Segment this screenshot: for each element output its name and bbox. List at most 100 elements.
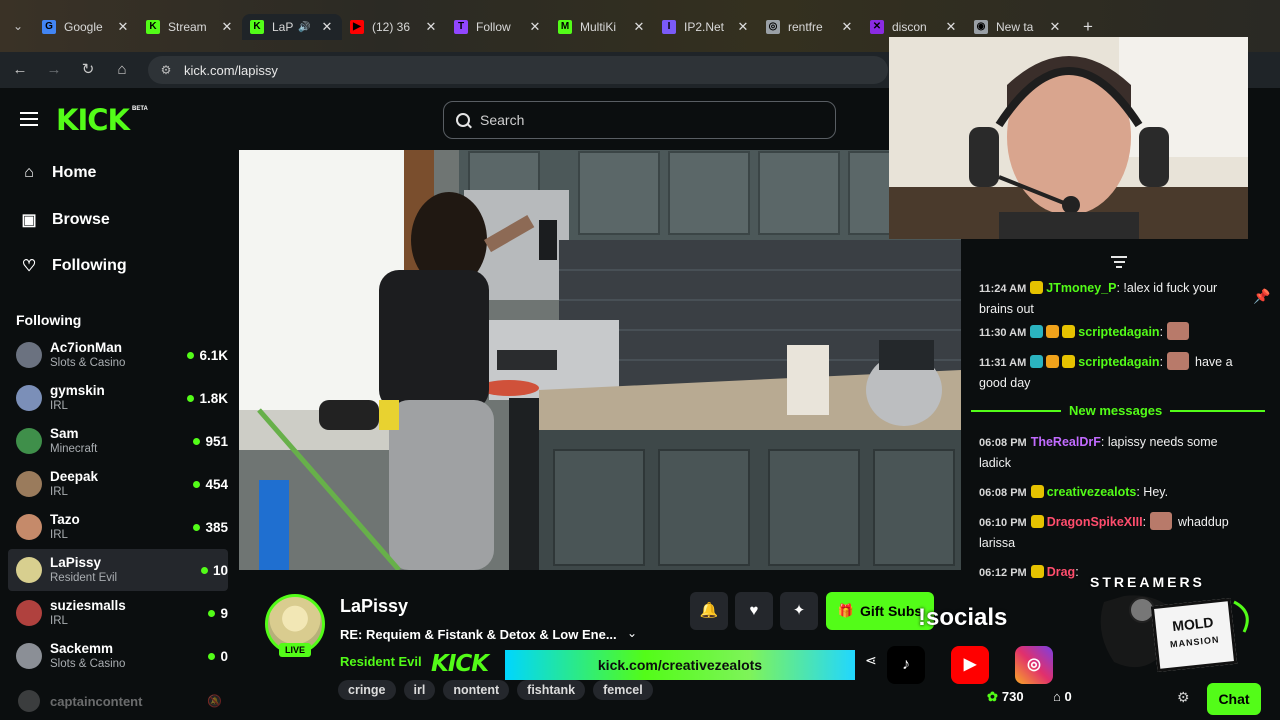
offline-channel-row[interactable]: captaincontent 🔕 bbox=[8, 688, 228, 714]
channel-name: Sackemm bbox=[50, 640, 114, 656]
live-dot bbox=[187, 351, 195, 359]
chat-username[interactable]: creativezealots bbox=[1047, 485, 1137, 499]
close-tab-icon[interactable]: ✕ bbox=[528, 19, 542, 35]
sidebar-item-browse[interactable]: ▣ Browse bbox=[18, 206, 109, 234]
tab-title: MultiKi bbox=[580, 20, 617, 34]
channel-category: IRL bbox=[50, 485, 68, 498]
channel-name: Ac7ionMan bbox=[50, 339, 123, 355]
channel-name: Deepak bbox=[50, 468, 99, 484]
chat-message[interactable]: 06:08 PM TheRealDrF: lapissy needs some l… bbox=[979, 432, 1247, 473]
browser-tab[interactable]: K LaP 🔊 ✕ bbox=[242, 14, 342, 40]
viewer-count: 951 bbox=[193, 434, 228, 449]
mold-mansion-badge: MOLD MANSION bbox=[1150, 597, 1238, 673]
gift-counter[interactable]: ⌂ 0 bbox=[1053, 689, 1072, 704]
tag-chip[interactable]: cringe bbox=[338, 680, 396, 700]
tab-search-chevron-icon[interactable]: ⌄ bbox=[6, 14, 30, 38]
gear-icon[interactable]: ⚙ bbox=[1177, 689, 1190, 706]
chat-username[interactable]: TheRealDrF bbox=[1031, 435, 1101, 449]
following-channel-row[interactable]: Sackemm Slots & Casino 0 bbox=[8, 635, 228, 677]
viewer-count: 9 bbox=[208, 606, 228, 621]
browser-tab[interactable]: ◎ rentfre ✕ bbox=[758, 14, 862, 40]
tab-title: rentfre bbox=[788, 20, 823, 34]
browser-tab[interactable]: I IP2.Net ✕ bbox=[654, 14, 758, 40]
close-tab-icon[interactable]: ✕ bbox=[840, 19, 854, 35]
following-channel-row[interactable]: LaPissy Resident Evil 10 bbox=[8, 549, 228, 591]
chat-colon: : bbox=[1075, 565, 1079, 579]
ip2-icon: I bbox=[662, 20, 676, 34]
close-tab-icon[interactable]: ✕ bbox=[944, 19, 958, 35]
chat-message[interactable]: 06:10 PM DragonSpikeXIII: whaddup larissa bbox=[979, 512, 1247, 553]
gift-count-value: 0 bbox=[1064, 689, 1072, 704]
channel-category: IRL bbox=[50, 399, 68, 412]
browser-tab[interactable]: ▶ (12) 36 ✕ bbox=[342, 14, 446, 40]
search-input[interactable]: Search bbox=[443, 101, 836, 139]
browser-tab[interactable]: M MultiKi ✕ bbox=[550, 14, 654, 40]
chevron-down-icon[interactable]: ⌄ bbox=[627, 626, 637, 640]
channel-name: suziesmalls bbox=[50, 597, 126, 613]
viewer-count: 1.8K bbox=[187, 391, 228, 406]
chat-message[interactable]: 11:31 AM scriptedagain: have a good day bbox=[979, 352, 1247, 393]
close-tab-icon[interactable]: ✕ bbox=[116, 19, 130, 35]
follow-button[interactable]: ♥ bbox=[735, 592, 773, 630]
following-channel-row[interactable]: suziesmalls IRL 9 bbox=[8, 592, 228, 634]
streamer-name[interactable]: LaPissy bbox=[340, 596, 408, 617]
sidebar-item-following[interactable]: ♡ Following bbox=[18, 252, 127, 280]
back-arrow-icon[interactable]: ← bbox=[8, 58, 32, 82]
clip-button[interactable]: ✦ bbox=[780, 592, 818, 630]
chat-message[interactable]: 11:30 AM scriptedagain: bbox=[979, 322, 1247, 343]
chat-username[interactable]: DragonSpikeXIII bbox=[1047, 515, 1143, 529]
pin-icon[interactable]: 📌 bbox=[1253, 288, 1270, 305]
channel-category: Minecraft bbox=[50, 442, 98, 455]
chat-send-button[interactable]: Chat bbox=[1207, 683, 1261, 715]
reload-icon[interactable]: ↻ bbox=[76, 58, 100, 82]
search-placeholder: Search bbox=[480, 112, 525, 128]
following-channel-row[interactable]: Ac7ionMan Slots & Casino 6.1K bbox=[8, 334, 228, 376]
browser-tab[interactable]: G Google ✕ bbox=[34, 14, 138, 40]
following-channel-row[interactable]: Sam Minecraft 951 bbox=[8, 420, 228, 462]
share-icon[interactable]: ⋖ bbox=[865, 652, 877, 669]
audio-playing-icon[interactable]: 🔊 bbox=[298, 22, 312, 33]
browser-tab[interactable]: T Follow ✕ bbox=[446, 14, 550, 40]
chat-username[interactable]: scriptedagain bbox=[1078, 325, 1159, 339]
channel-points[interactable]: ✿ 730 bbox=[987, 689, 1024, 705]
chat-username[interactable]: Drag bbox=[1047, 565, 1075, 579]
chat-message[interactable]: 11:24 AM JTmoney_P: !alex id fuck your br… bbox=[979, 278, 1247, 319]
mansion-word: MANSION bbox=[1169, 634, 1220, 650]
close-tab-icon[interactable]: ✕ bbox=[424, 19, 438, 35]
sidebar-item-home[interactable]: ⌂ Home bbox=[18, 159, 96, 187]
viewer-count: 6.1K bbox=[187, 348, 228, 363]
close-tab-icon[interactable]: ✕ bbox=[1048, 19, 1062, 35]
viewer-count-value: 10 bbox=[212, 562, 228, 578]
viewer-count: 10 bbox=[200, 562, 228, 578]
tag-chip[interactable]: nontent bbox=[443, 680, 510, 700]
home-browser-icon[interactable]: ⌂ bbox=[110, 58, 134, 82]
site-info-icon[interactable]: ⚙ bbox=[154, 63, 178, 77]
new-messages-label[interactable]: New messages bbox=[1061, 403, 1171, 418]
close-tab-icon[interactable]: ✕ bbox=[736, 19, 750, 35]
menu-icon[interactable] bbox=[20, 112, 38, 126]
notification-bell-button[interactable]: 🔔 bbox=[690, 592, 728, 630]
chat-filter-icon[interactable] bbox=[1111, 256, 1127, 268]
viewer-count-value: 1.8K bbox=[199, 390, 228, 406]
chat-message[interactable]: 06:08 PM creativezealots: Hey. bbox=[979, 482, 1247, 503]
webcam-overlay bbox=[889, 37, 1248, 239]
twitch-icon: T bbox=[454, 20, 468, 34]
close-tab-icon[interactable]: ✕ bbox=[220, 19, 234, 35]
address-bar[interactable]: ⚙ kick.com/lapissy bbox=[148, 56, 888, 84]
channel-category: Slots & Casino bbox=[50, 356, 126, 369]
forward-arrow-icon[interactable]: → bbox=[42, 58, 66, 82]
close-tab-icon[interactable]: ✕ bbox=[632, 19, 646, 35]
browser-tab[interactable]: K Stream ✕ bbox=[138, 14, 242, 40]
following-channel-row[interactable]: gymskin IRL 1.8K bbox=[8, 377, 228, 419]
following-channel-row[interactable]: Deepak IRL 454 bbox=[8, 463, 228, 505]
tag-chip[interactable]: femcel bbox=[593, 680, 653, 700]
kick-logo[interactable]: KICK BETA bbox=[56, 104, 152, 136]
tag-chip[interactable]: fishtank bbox=[517, 680, 586, 700]
video-player[interactable] bbox=[239, 150, 961, 570]
tag-chip[interactable]: irl bbox=[403, 680, 436, 700]
close-tab-icon[interactable]: ✕ bbox=[320, 19, 334, 35]
following-channel-row[interactable]: Tazo IRL 385 bbox=[8, 506, 228, 548]
chat-username[interactable]: JTmoney_P bbox=[1046, 281, 1116, 295]
stream-category[interactable]: Resident Evil bbox=[340, 654, 422, 669]
chat-username[interactable]: scriptedagain bbox=[1078, 355, 1159, 369]
